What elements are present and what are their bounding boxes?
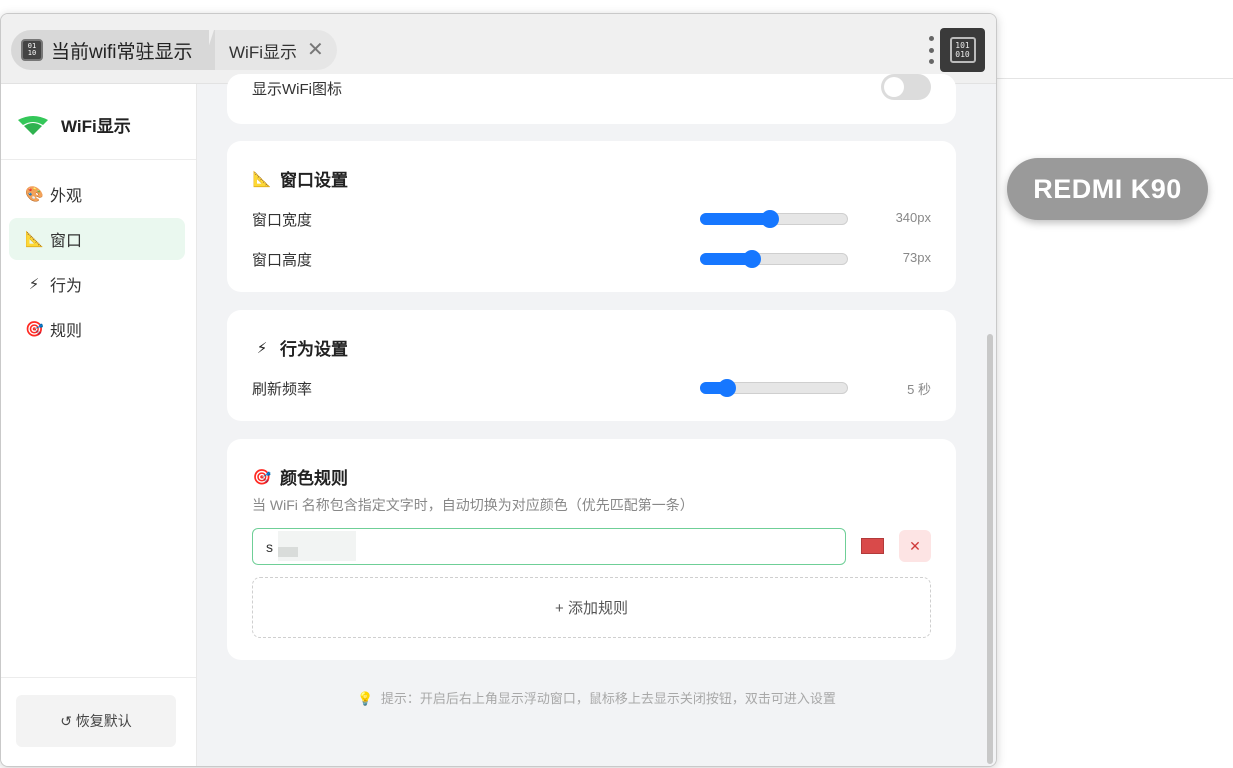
window-width-slider[interactable] — [700, 210, 848, 228]
lightning-icon: ⚡ — [256, 339, 268, 357]
extension-popup-window: 0110 当前wifi常驻显示 WiFi显示 ✕ 101 010 WiFi显示 — [0, 13, 997, 767]
behavior-settings-title-text: 行为设置 — [280, 340, 348, 359]
color-rules-title-text: 颜色规则 — [280, 469, 348, 488]
triangle-ruler-icon: 📐 — [252, 170, 272, 188]
brand-name: WiFi显示 — [61, 117, 131, 136]
sidebar-item-rules[interactable]: 🎯 规则 — [9, 308, 185, 350]
color-rules-description: 当 WiFi 名称包含指定文字时，自动切换为对应颜色（优先匹配第一条） — [252, 497, 694, 513]
refresh-rate-row: 刷新频率 5 秒 — [252, 376, 931, 400]
binary-icon: 01 10 — [21, 39, 43, 61]
behavior-settings-card: ⚡ 行为设置 刷新频率 5 秒 — [227, 310, 956, 421]
rule-keyword-text: s — [266, 539, 273, 555]
slider-thumb[interactable] — [761, 210, 779, 228]
slider-thumb[interactable] — [743, 250, 761, 268]
behavior-settings-title: ⚡ 行为设置 — [252, 335, 348, 360]
binary-icon: 101 010 — [949, 37, 976, 63]
refresh-rate-label: 刷新频率 — [252, 381, 313, 398]
lightning-icon: ⚡ — [28, 276, 40, 293]
rule-color-swatch[interactable] — [861, 538, 884, 554]
redacted-text — [278, 547, 298, 557]
dot-icon — [928, 36, 934, 41]
show-wifi-icon-toggle[interactable] — [881, 74, 931, 100]
extension-button[interactable]: 101 010 — [940, 28, 985, 72]
tab-current-wifi[interactable]: 01 10 当前wifi常驻显示 — [11, 30, 209, 70]
slider-thumb[interactable] — [718, 379, 736, 397]
sidebar-divider — [1, 159, 196, 160]
window-height-slider[interactable] — [700, 250, 848, 268]
sidebar-item-label: 规则 — [50, 323, 83, 340]
slider-fill — [700, 213, 770, 225]
window-height-row: 窗口高度 73px — [252, 247, 931, 271]
color-rules-card: 🎯 颜色规则 当 WiFi 名称包含指定文字时，自动切换为对应颜色（优先匹配第一… — [227, 439, 956, 660]
window-width-row: 窗口宽度 340px — [252, 207, 931, 231]
window-settings-title: 📐 窗口设置 — [252, 166, 348, 191]
page-header-divider — [997, 78, 1233, 79]
brand: WiFi显示 — [17, 112, 131, 137]
more-menu-icon[interactable] — [926, 36, 936, 64]
reset-defaults-button[interactable]: ↺ 恢复默认 — [16, 695, 176, 747]
sidebar-item-label: 行为 — [50, 278, 83, 295]
sidebar-nav: 🎨 外观 📐 窗口 ⚡ 行为 🎯 规则 — [9, 173, 185, 353]
rule-keyword-input[interactable]: s — [252, 528, 846, 565]
window-settings-title-text: 窗口设置 — [280, 171, 348, 190]
tip-text: 💡 提示：开启后右上角显示浮动窗口，鼠标移上去显示关闭按钮，双击可进入设置 — [197, 688, 996, 707]
tab-wifi-display[interactable]: WiFi显示 ✕ — [215, 30, 337, 70]
wifi-logo-icon — [18, 115, 48, 135]
triangle-ruler-icon: 📐 — [25, 231, 44, 248]
dot-icon — [928, 59, 934, 64]
sidebar-item-label: 窗口 — [50, 233, 83, 250]
floating-wifi-window[interactable]: REDMI K90 — [1007, 158, 1208, 220]
refresh-rate-value: 5 秒 — [907, 382, 931, 397]
window-settings-card: 📐 窗口设置 窗口宽度 340px 窗口高度 73px — [227, 141, 956, 292]
scrollbar[interactable] — [987, 334, 993, 764]
tab-current-wifi-label: 当前wifi常驻显示 — [51, 41, 193, 63]
tip-message: 提示：开启后右上角显示浮动窗口，鼠标移上去显示关闭按钮，双击可进入设置 — [380, 691, 836, 706]
window-height-label: 窗口高度 — [252, 252, 313, 269]
toggle-knob — [884, 77, 904, 97]
palette-icon: 🎨 — [25, 186, 44, 203]
target-icon: 🎯 — [25, 321, 44, 338]
sidebar-bottom-divider — [1, 677, 196, 678]
sidebar: WiFi显示 🎨 外观 📐 窗口 ⚡ 行为 🎯 规则 ↺ 恢复默认 — [1, 84, 197, 766]
appearance-card: 显示WiFi图标 — [227, 74, 956, 124]
settings-content: 显示WiFi图标 📐 窗口设置 窗口宽度 340px 窗口高度 73px ⚡ 行… — [197, 74, 996, 766]
window-height-value: 73px — [902, 250, 931, 265]
sidebar-item-window[interactable]: 📐 窗口 — [9, 218, 185, 260]
sidebar-item-behavior[interactable]: ⚡ 行为 — [9, 263, 185, 305]
window-width-value: 340px — [895, 210, 931, 225]
close-icon[interactable]: ✕ — [307, 40, 324, 60]
show-wifi-icon-label: 显示WiFi图标 — [252, 81, 342, 98]
target-icon: 🎯 — [252, 468, 272, 486]
sidebar-item-appearance[interactable]: 🎨 外观 — [9, 173, 185, 215]
add-rule-button[interactable]: + 添加规则 — [252, 577, 931, 638]
delete-rule-button[interactable]: ✕ — [899, 530, 931, 562]
lightbulb-icon: 💡 — [357, 691, 374, 706]
sidebar-item-label: 外观 — [50, 188, 83, 205]
tab-wifi-display-label: WiFi显示 — [229, 42, 297, 62]
color-rules-title: 🎯 颜色规则 — [252, 464, 348, 489]
refresh-rate-slider[interactable] — [700, 379, 848, 397]
window-width-label: 窗口宽度 — [252, 212, 313, 229]
dot-icon — [928, 47, 934, 53]
